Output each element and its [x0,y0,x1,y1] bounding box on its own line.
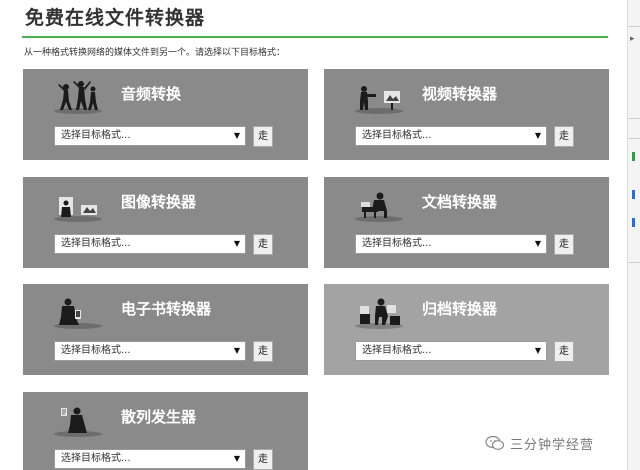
go-button[interactable]: 走 [253,341,273,362]
strip-divider [628,262,640,263]
converter-card-archive: 归档转换器 选择目标格式... ▼ 走 [324,284,609,375]
video-camera-icon [355,86,403,114]
card-title: 视频转换器 [422,85,498,103]
archive-boxes-icon [355,298,403,329]
ebook-reader-icon [54,298,102,329]
converter-card-ebook: 电子书转换器 选择目标格式... ▼ 走 [23,284,308,375]
select-value: 选择目标格式... [61,345,131,356]
select-value: 选择目标格式... [61,238,131,249]
chevron-down-icon: ▼ [534,346,541,355]
page-title: 免费在线文件转换器 [25,7,206,29]
target-format-select[interactable]: 选择目标格式... ▼ [355,234,547,254]
card-title: 文档转换器 [422,193,498,211]
chevron-down-icon: ▼ [233,239,240,248]
chevron-down-icon: ▼ [233,454,240,463]
select-value: 选择目标格式... [362,130,432,141]
go-button[interactable]: 走 [253,234,273,255]
intro-text: 从一种格式转换网络的媒体文件到另一个。请选择以下目标格式： [24,48,286,58]
right-sidebar-strip: ▸ [627,0,640,470]
go-button[interactable]: 走 [253,449,273,470]
select-value: 选择目标格式... [61,453,131,464]
hash-reader-icon [54,407,102,437]
go-button[interactable]: 走 [554,341,574,362]
strip-arrow-icon[interactable]: ▸ [630,34,635,44]
target-format-select[interactable]: 选择目标格式... ▼ [54,234,246,254]
card-title: 音频转换 [121,85,182,103]
go-button[interactable]: 走 [554,126,574,147]
select-value: 选择目标格式... [362,238,432,249]
target-format-select[interactable]: 选择目标格式... ▼ [355,341,547,361]
strip-marker-icon [632,190,635,199]
target-format-select[interactable]: 选择目标格式... ▼ [54,449,246,469]
audio-dancers-icon [54,81,102,114]
chevron-down-icon: ▼ [534,239,541,248]
go-button[interactable]: 走 [253,126,273,147]
target-format-select[interactable]: 选择目标格式... ▼ [355,126,547,146]
select-value: 选择目标格式... [362,345,432,356]
card-title: 图像转换器 [121,193,197,211]
wechat-icon [485,435,505,450]
target-format-select[interactable]: 选择目标格式... ▼ [54,341,246,361]
watermark-text: 三分钟学经营 [510,437,595,453]
converter-card-audio: 音频转换 选择目标格式... ▼ 走 [23,69,308,160]
go-button[interactable]: 走 [554,234,574,255]
strip-divider [628,138,640,139]
chevron-down-icon: ▼ [233,131,240,140]
strip-marker-icon [632,218,635,227]
card-title: 归档转换器 [422,300,498,318]
strip-divider [628,26,640,27]
converter-card-image: 图像转换器 选择目标格式... ▼ 走 [23,177,308,268]
chevron-down-icon: ▼ [534,131,541,140]
strip-divider [628,118,640,119]
card-title: 电子书转换器 [121,300,212,318]
chevron-down-icon: ▼ [233,346,240,355]
strip-marker-icon [632,152,635,161]
converter-card-hash: 散列发生器 选择目标格式... ▼ 走 [23,392,308,470]
document-typist-icon [355,192,403,222]
select-value: 选择目标格式... [61,130,131,141]
converter-card-document: 文档转换器 选择目标格式... ▼ 走 [324,177,609,268]
title-divider [22,36,608,38]
image-photographer-icon [54,197,102,222]
card-title: 散列发生器 [121,408,197,426]
watermark: 三分钟学经营 [485,433,594,453]
target-format-select[interactable]: 选择目标格式... ▼ [54,126,246,146]
converter-card-video: 视频转换器 选择目标格式... ▼ 走 [324,69,609,160]
